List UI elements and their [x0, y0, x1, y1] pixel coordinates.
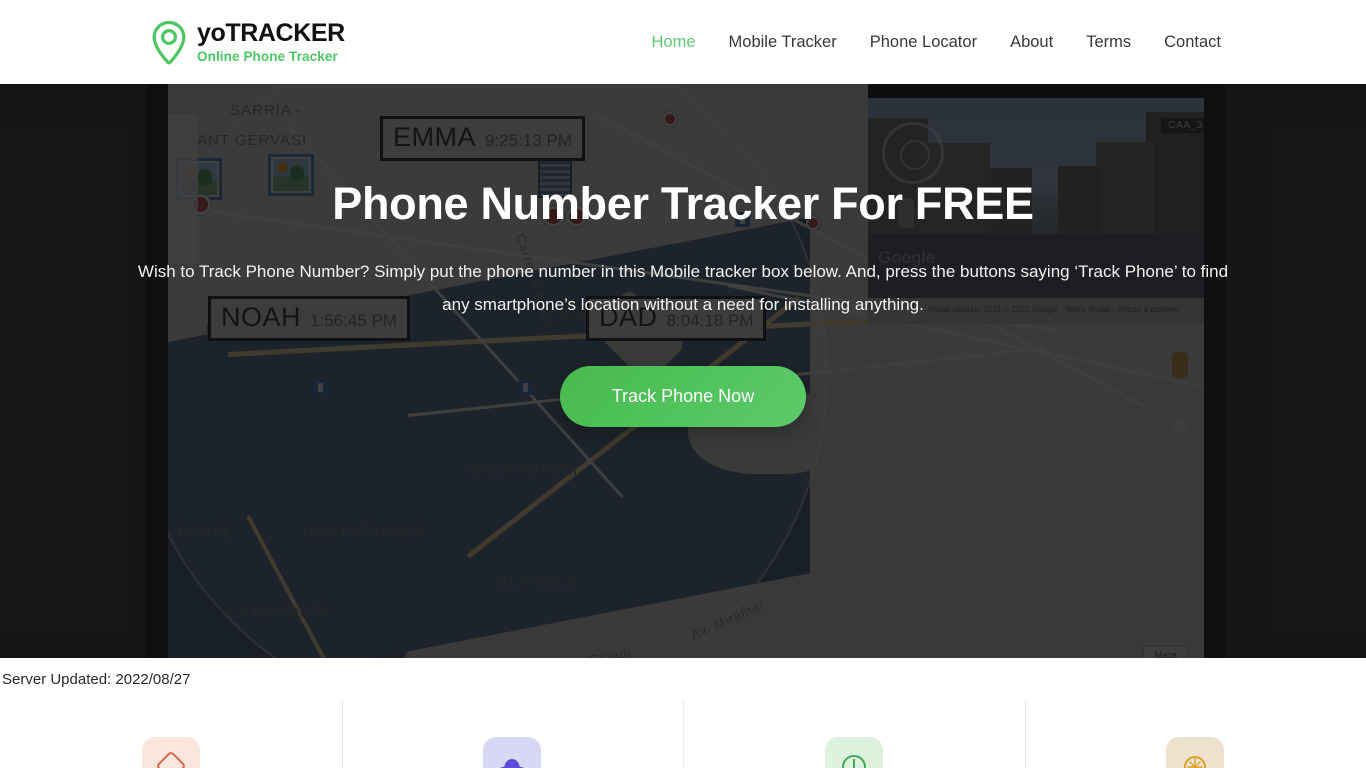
- diamond-outline-icon: [141, 737, 200, 768]
- main-navigation: Home Mobile Tracker Phone Locator About …: [652, 33, 1221, 52]
- feature-card[interactable]: [0, 700, 342, 768]
- map-pin-icon: [152, 20, 186, 65]
- hero-content: Phone Number Tracker For FREE Wish to Tr…: [0, 84, 1366, 658]
- feature-card[interactable]: [341, 674, 684, 768]
- clock-icon: [824, 737, 883, 768]
- nav-item-about[interactable]: About: [1010, 33, 1053, 52]
- nav-item-mobile-tracker[interactable]: Mobile Tracker: [729, 33, 837, 52]
- brand-logo[interactable]: yoTRACKER Online Phone Tracker: [150, 20, 345, 65]
- hero-title: Phone Number Tracker For FREE: [332, 178, 1034, 229]
- nav-item-terms[interactable]: Terms: [1086, 33, 1131, 52]
- hero-subtitle: Wish to Track Phone Number? Simply put t…: [126, 256, 1241, 322]
- feature-card[interactable]: [1024, 674, 1366, 768]
- track-phone-now-button[interactable]: Track Phone Now: [559, 365, 807, 427]
- hero-cta-wrapper: Track Phone Now: [559, 365, 807, 427]
- server-status-strip: Server Updated: 2022/08/27: [0, 658, 1366, 700]
- feature-card[interactable]: [683, 674, 1025, 768]
- feature-cards-row: [0, 674, 1366, 768]
- nav-item-home[interactable]: Home: [652, 33, 696, 52]
- brand-text: yoTRACKER Online Phone Tracker: [197, 18, 345, 64]
- brand-name: yoTRACKER: [197, 18, 345, 47]
- nav-item-phone-locator[interactable]: Phone Locator: [870, 33, 977, 52]
- nav-item-contact[interactable]: Contact: [1164, 33, 1221, 52]
- server-updated-label: Server Updated: 2022/08/27: [2, 670, 191, 688]
- detective-hat-icon: [483, 737, 542, 768]
- brand-tagline: Online Phone Tracker: [197, 48, 338, 64]
- hero-subtitle-line-1: Wish to Track Phone Number? Simply put t…: [137, 262, 1070, 281]
- hero-section: SARRIA - SANT GERVASI LES CORTS Barcelon…: [0, 84, 1366, 658]
- site-header: yoTRACKER Online Phone Tracker Home Mobi…: [0, 0, 1366, 84]
- compass-icon: [1166, 737, 1225, 768]
